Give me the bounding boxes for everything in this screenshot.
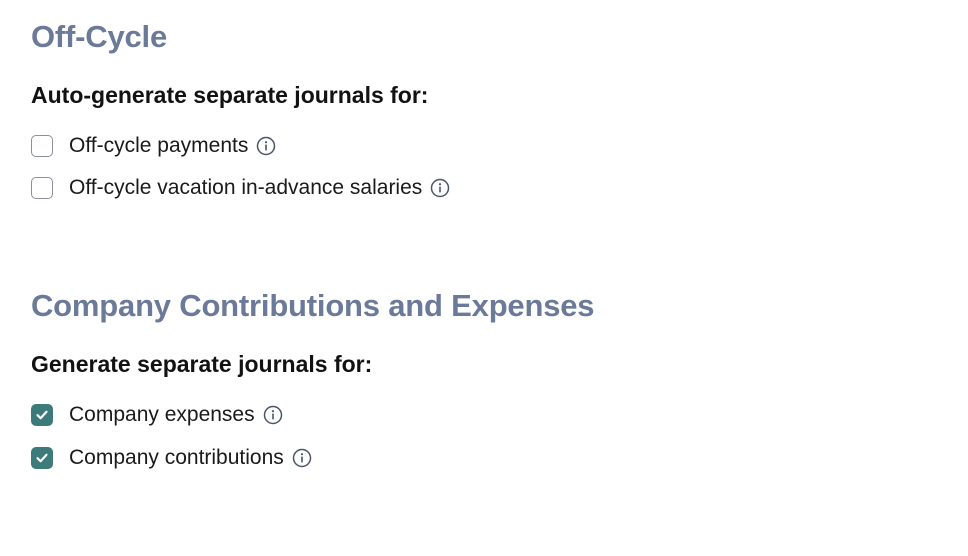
info-icon[interactable] (263, 405, 283, 425)
offcycle-payments-option[interactable]: Off-cycle payments (31, 131, 450, 161)
offcycle-vacation-option[interactable]: Off-cycle vacation in-advance salaries (31, 173, 450, 203)
offcycle-payments-checkbox[interactable] (31, 135, 53, 157)
offcycle-vacation-checkbox[interactable] (31, 177, 53, 199)
contributions-section: Company Contributions and Expenses Gener… (31, 288, 595, 473)
offcycle-vacation-label: Off-cycle vacation in-advance salaries (69, 176, 423, 199)
contributions-title: Company Contributions and Expenses (31, 288, 595, 323)
checkmark-icon (36, 410, 48, 420)
company-contributions-option[interactable]: Company contributions (31, 443, 594, 473)
offcycle-title: Off-Cycle (31, 19, 168, 54)
offcycle-subheading: Auto-generate separate journals for: (31, 82, 429, 108)
company-expenses-option[interactable]: Company expenses (31, 400, 594, 430)
info-icon[interactable] (292, 448, 312, 468)
contributions-subheading: Generate separate journals for: (31, 351, 373, 377)
info-icon[interactable] (430, 178, 450, 198)
info-icon[interactable] (256, 136, 276, 156)
company-expenses-checkbox[interactable] (31, 404, 53, 426)
company-expenses-label: Company expenses (69, 403, 255, 426)
checkmark-icon (36, 453, 48, 463)
offcycle-section: Off-Cycle Auto-generate separate journal… (31, 19, 450, 203)
company-contributions-label: Company contributions (69, 446, 284, 469)
company-contributions-checkbox[interactable] (31, 447, 53, 469)
offcycle-payments-label: Off-cycle payments (69, 134, 249, 157)
